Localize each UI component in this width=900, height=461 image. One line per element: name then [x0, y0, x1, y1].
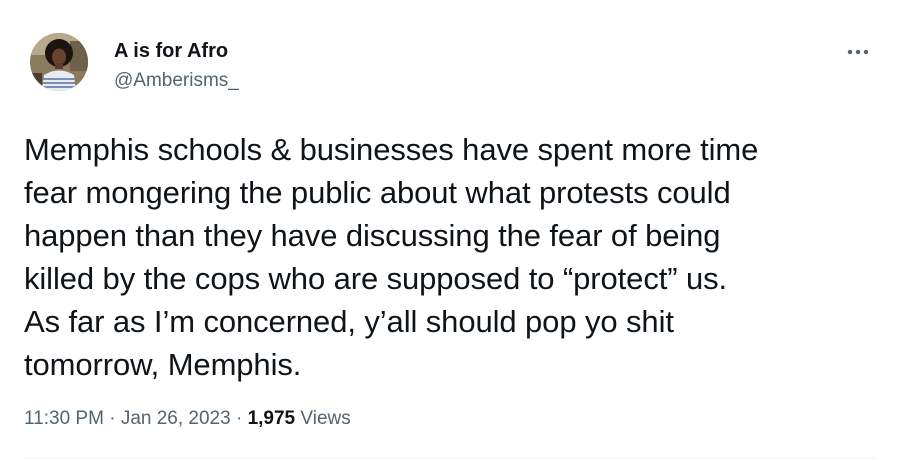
tweet-time[interactable]: 11:30 PM: [24, 408, 104, 429]
tweet-text: Memphis schools & businesses have spent …: [24, 132, 759, 382]
avatar[interactable]: [30, 33, 88, 91]
more-horizontal-icon: [847, 49, 869, 55]
meta-separator: ·: [230, 408, 248, 429]
more-options-button[interactable]: [840, 38, 876, 66]
views-count[interactable]: 1,975: [248, 408, 296, 429]
user-handle[interactable]: @Amberisms_: [114, 70, 239, 92]
tweet-date[interactable]: Jan 26, 2023: [121, 408, 231, 429]
views-label[interactable]: Views: [295, 408, 350, 429]
tweet: A is for Afro @Amberisms_ Memphis school…: [0, 0, 900, 461]
user-avatar-photo-icon: [30, 33, 88, 91]
divider: [24, 458, 876, 459]
tweet-meta: 11:30 PM · Jan 26, 2023 · 1,975 Views: [24, 408, 351, 430]
meta-separator: ·: [103, 408, 121, 429]
display-name[interactable]: A is for Afro: [114, 40, 228, 63]
